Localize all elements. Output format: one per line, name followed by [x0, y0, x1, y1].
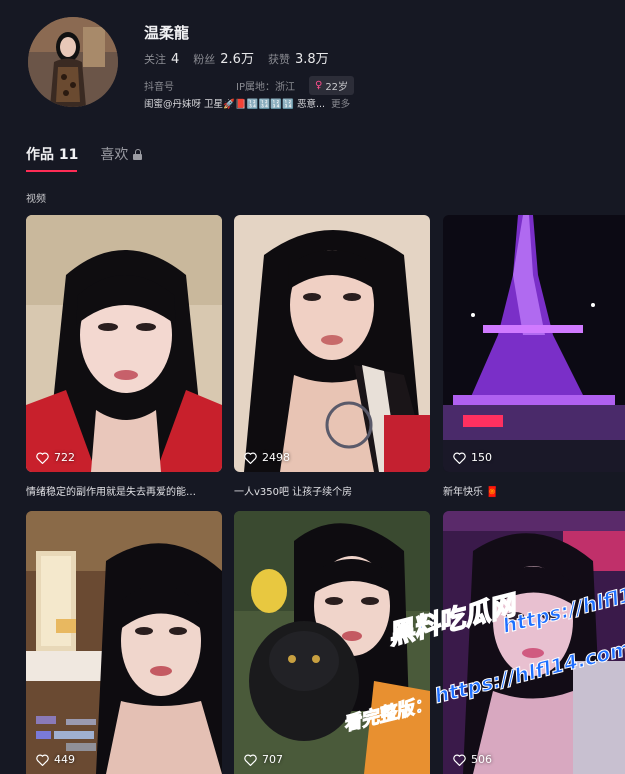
video-card[interactable]: 150 新年快乐 🧧: [443, 215, 625, 498]
video-cover-image: [26, 511, 222, 774]
followers-label: 粉丝: [193, 53, 216, 66]
video-likes: 707: [244, 753, 283, 766]
video-likes-count: 150: [471, 451, 492, 464]
video-thumbnail[interactable]: 722: [26, 215, 222, 472]
video-likes-count: 722: [54, 451, 75, 464]
tab-works[interactable]: 作品 11: [26, 144, 78, 172]
following-count: 4: [171, 52, 180, 67]
video-likes: 150: [453, 451, 492, 464]
heart-icon: [244, 754, 257, 766]
bio: 闺蜜@丹妹呀 卫星🚀📕🔢🔢🔢🔢 恶意... 更多: [144, 96, 350, 110]
heart-icon: [244, 452, 257, 464]
followers-stat[interactable]: 粉丝 2.6万: [193, 48, 254, 67]
video-thumbnail[interactable]: 2498: [234, 215, 430, 472]
ip-location: IP属地：浙江: [236, 82, 295, 93]
video-caption[interactable]: 新年快乐 🧧: [443, 483, 625, 498]
tab-likes-label: 喜欢: [100, 147, 129, 163]
nickname: 温柔龍: [144, 24, 190, 42]
video-likes-count: 2498: [262, 451, 290, 464]
followers-count: 2.6万: [220, 52, 254, 67]
video-cover-image: [234, 215, 430, 472]
heart-icon: [453, 452, 466, 464]
likes-label: 获赞: [267, 53, 290, 66]
avatar-image: [28, 17, 118, 107]
video-likes: 722: [36, 451, 75, 464]
female-icon: ♀: [314, 80, 323, 91]
following-stat[interactable]: 关注 4: [144, 51, 179, 67]
heart-icon: [36, 452, 49, 464]
video-likes: 506: [453, 753, 492, 766]
video-card[interactable]: 2498 一人v350吧 让孩子续个房: [234, 215, 430, 498]
following-label: 关注: [144, 53, 166, 66]
video-cover-image: [443, 215, 625, 472]
video-caption[interactable]: 情绪稳定的副作用就是失去再爱的能…: [26, 483, 222, 498]
avatar[interactable]: [28, 17, 118, 107]
tab-likes[interactable]: 喜欢: [100, 144, 143, 172]
video-likes: 2498: [244, 451, 290, 464]
likes-count: 3.8万: [294, 52, 329, 67]
video-cover-image: [26, 215, 222, 472]
video-likes-count: 506: [471, 753, 492, 766]
bio-text: 闺蜜@丹妹呀 卫星🚀📕🔢🔢🔢🔢 恶意...: [144, 99, 326, 110]
video-card[interactable]: 722 情绪稳定的副作用就是失去再爱的能…: [26, 215, 222, 498]
video-card[interactable]: 449: [26, 511, 222, 774]
profile-meta: 抖音号 IP属地：浙江 ♀ 22岁: [144, 76, 355, 95]
likes-stat[interactable]: 获赞 3.8万: [268, 48, 329, 67]
lock-icon: [133, 148, 143, 160]
heart-icon: [453, 754, 466, 766]
profile-header: 温柔龍 关注 4 粉丝 2.6万 获赞 3.8万 抖音号 IP属地：浙江 ♀ 2…: [0, 0, 625, 130]
heart-icon: [36, 754, 49, 766]
video-thumbnail[interactable]: 449: [26, 511, 222, 774]
age-text: 22岁: [325, 82, 349, 93]
video-thumbnail[interactable]: 150: [443, 215, 625, 472]
section-label: 视频: [26, 194, 46, 205]
video-caption[interactable]: 一人v350吧 让孩子续个房: [234, 483, 430, 498]
bio-more-link[interactable]: 更多: [331, 96, 350, 110]
video-likes-count: 707: [262, 753, 283, 766]
profile-stats: 关注 4 粉丝 2.6万 获赞 3.8万: [144, 48, 343, 67]
content-tabs: 作品 11 喜欢: [26, 144, 164, 172]
douyin-id-label: 抖音号: [144, 82, 174, 93]
tab-works-label: 作品 11: [26, 147, 79, 163]
video-likes-count: 449: [54, 753, 75, 766]
video-likes: 449: [36, 753, 75, 766]
age-badge: ♀ 22岁: [308, 76, 355, 95]
